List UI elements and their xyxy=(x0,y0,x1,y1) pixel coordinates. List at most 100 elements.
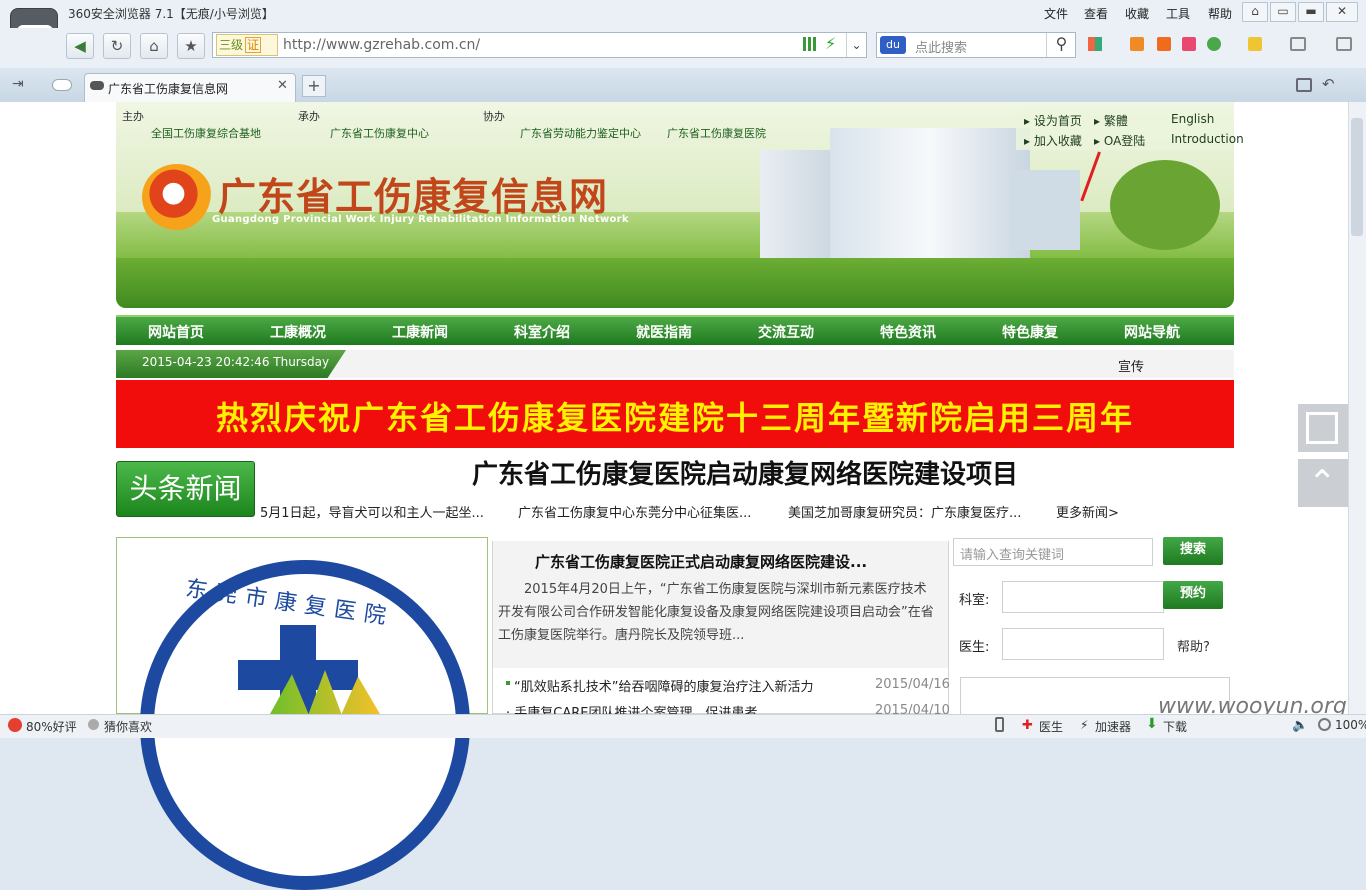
security-level-badge[interactable]: 三级证 xyxy=(216,34,278,56)
traditional-link[interactable]: ▸ 繁體 xyxy=(1094,112,1128,129)
cloud-icon[interactable] xyxy=(52,79,72,91)
url-text[interactable]: http://www.gzrehab.com.cn/ xyxy=(283,37,480,53)
english-link[interactable]: English xyxy=(1171,112,1214,126)
back-icon[interactable]: ◀ xyxy=(66,33,94,59)
search-engine-icon[interactable]: du xyxy=(880,36,906,54)
co-organizer-link-1[interactable]: 广东省劳动能力鉴定中心 xyxy=(520,125,641,141)
accelerator-icon: ⚡ xyxy=(1080,718,1089,732)
menu-file[interactable]: 文件 xyxy=(1044,5,1068,22)
rating-icon xyxy=(8,718,22,732)
menu-departments[interactable]: 科室介绍 xyxy=(492,322,592,342)
tab-close-icon[interactable]: ✕ xyxy=(277,78,288,93)
extension-icon[interactable] xyxy=(1248,37,1262,51)
menu-site-nav[interactable]: 网站导航 xyxy=(1102,322,1202,342)
tree-image xyxy=(1110,160,1220,250)
add-favorite-text: 加入收藏 xyxy=(1033,134,1082,148)
bullet-icon xyxy=(506,681,510,685)
search-placeholder[interactable]: 点此搜索 xyxy=(915,37,967,56)
headline-title[interactable]: 广东省工伤康复医院启动康复网络医院建设项目 xyxy=(300,454,1190,491)
oa-login-text: OA登陆 xyxy=(1103,134,1146,148)
site-logo-icon[interactable] xyxy=(142,164,212,230)
undo-close-icon[interactable]: ↶ xyxy=(1322,75,1335,93)
department-label: 科室: xyxy=(959,593,990,608)
menu-help[interactable]: 帮助 xyxy=(1208,5,1232,22)
keyword-search-input[interactable]: 请输入查询关键词 xyxy=(953,538,1153,566)
menu-guide[interactable]: 就医指南 xyxy=(614,322,714,342)
download-status[interactable]: 下载 xyxy=(1163,718,1187,735)
menu-favorites[interactable]: 收藏 xyxy=(1125,5,1149,22)
medical-cross-icon: ✚ xyxy=(1022,718,1033,733)
minimize-button[interactable]: ▬ xyxy=(1298,2,1324,22)
guess-you-like[interactable]: 猜你喜欢 xyxy=(104,718,152,735)
menu-home[interactable]: 网站首页 xyxy=(126,322,226,342)
window-icon[interactable] xyxy=(1336,37,1352,51)
headline-sub-3[interactable]: 美国芝加哥康复研究员：广东康复医疗... xyxy=(788,502,1021,521)
site-title[interactable]: 广东省工伤康复信息网 xyxy=(218,166,608,221)
shield-icon[interactable] xyxy=(1207,37,1221,51)
rating-text[interactable]: 80%好评 xyxy=(26,718,77,735)
volume-icon[interactable]: 🔈 xyxy=(1292,718,1308,733)
new-tab-button[interactable]: + xyxy=(302,75,326,97)
organizer-label: 承办 xyxy=(298,110,320,123)
zoom-icon[interactable] xyxy=(1318,718,1331,731)
menu-view[interactable]: 查看 xyxy=(1084,5,1108,22)
accelerator-status[interactable]: 加速器 xyxy=(1095,718,1131,735)
menu-special-rehab[interactable]: 特色康复 xyxy=(980,322,1080,342)
introduction-link[interactable]: Introduction xyxy=(1171,132,1244,146)
refresh-icon[interactable]: ↻ xyxy=(103,33,131,59)
menu-tools[interactable]: 工具 xyxy=(1166,5,1190,22)
sponsor-link[interactable]: 全国工伤康复综合基地 xyxy=(151,125,261,141)
menu-overview[interactable]: 工康概况 xyxy=(248,322,348,342)
screenshot-icon[interactable] xyxy=(1290,37,1306,51)
menu-news[interactable]: 工康新闻 xyxy=(370,322,470,342)
search-icon[interactable]: ⚲ xyxy=(1046,33,1076,57)
add-favorite-link[interactable]: ▸ 加入收藏 xyxy=(1024,132,1082,149)
favorite-star-icon[interactable]: ★ xyxy=(177,33,205,59)
hospital-building-right xyxy=(1010,170,1080,250)
mobile-icon[interactable] xyxy=(995,717,1004,732)
co-organizer-link-2[interactable]: 广东省工伤康复医院 xyxy=(667,125,766,141)
security-level-text: 三级 xyxy=(219,38,244,52)
department-input[interactable] xyxy=(1002,581,1164,613)
more-news-link[interactable]: 更多新闻> xyxy=(1056,502,1119,521)
cert-badge: 证 xyxy=(245,37,262,53)
organizer-link[interactable]: 广东省工伤康复中心 xyxy=(330,125,429,141)
hospital-building xyxy=(830,128,1030,258)
headline-sub-1[interactable]: 5月1日起，导盲犬可以和主人一起坐... xyxy=(260,502,484,521)
guess-icon xyxy=(88,719,99,730)
menu-special-info[interactable]: 特色资讯 xyxy=(858,322,958,342)
site-search-button[interactable]: 搜索 xyxy=(1163,537,1223,565)
doctor-status[interactable]: 医生 xyxy=(1039,718,1063,735)
marquee-text[interactable]: 宣传 xyxy=(1118,356,1144,375)
help-link[interactable]: 帮助? xyxy=(1177,636,1210,655)
news-item-1[interactable]: “肌效贴系扎技术”给吞咽障碍的康复治疗注入新活力 xyxy=(514,676,813,695)
headline-sub-2[interactable]: 广东省工伤康复中心东莞分中心征集医... xyxy=(518,502,751,521)
close-button[interactable]: ✕ xyxy=(1326,2,1358,22)
mini-mode-button[interactable]: ▭ xyxy=(1270,2,1296,22)
shopping-icon[interactable] xyxy=(1182,37,1196,51)
doctor-input[interactable] xyxy=(1002,628,1164,660)
address-dropdown-icon[interactable]: ⌄ xyxy=(846,33,866,57)
tab-list-icon[interactable] xyxy=(1296,78,1312,92)
apps-icon[interactable] xyxy=(1088,37,1102,51)
calendar-icon[interactable] xyxy=(1130,37,1144,51)
scrollbar-thumb[interactable] xyxy=(1351,118,1363,236)
skin-button[interactable]: ⌂ xyxy=(1242,2,1268,22)
news-date-1: 2015/04/16 xyxy=(875,677,950,692)
home-icon[interactable]: ⌂ xyxy=(140,33,168,59)
tab-title[interactable]: 广东省工伤康复信息网 xyxy=(108,80,228,97)
oa-login-link[interactable]: ▸ OA登陆 xyxy=(1094,132,1145,149)
share-icon xyxy=(1306,412,1338,444)
doctor-label: 医生: xyxy=(959,640,990,655)
set-home-text: 设为首页 xyxy=(1033,114,1082,128)
featured-news-title[interactable]: 广东省工伤康复医院正式启动康复网络医院建设... xyxy=(535,551,867,572)
qrcode-icon[interactable] xyxy=(803,37,817,51)
zoom-level[interactable]: 100% xyxy=(1335,718,1366,732)
banner-text: 热烈庆祝广东省工伤康复医院建院十三周年暨新院启用三周年 xyxy=(215,399,1134,437)
lightning-icon[interactable]: ⚡ xyxy=(825,34,836,53)
appointment-button[interactable]: 预约 xyxy=(1163,581,1223,609)
set-home-link[interactable]: ▸ 设为首页 xyxy=(1024,112,1082,129)
flight-icon[interactable] xyxy=(1157,37,1171,51)
menu-interaction[interactable]: 交流互动 xyxy=(736,322,836,342)
sidebar-toggle-icon[interactable]: ⇥ xyxy=(12,76,24,92)
